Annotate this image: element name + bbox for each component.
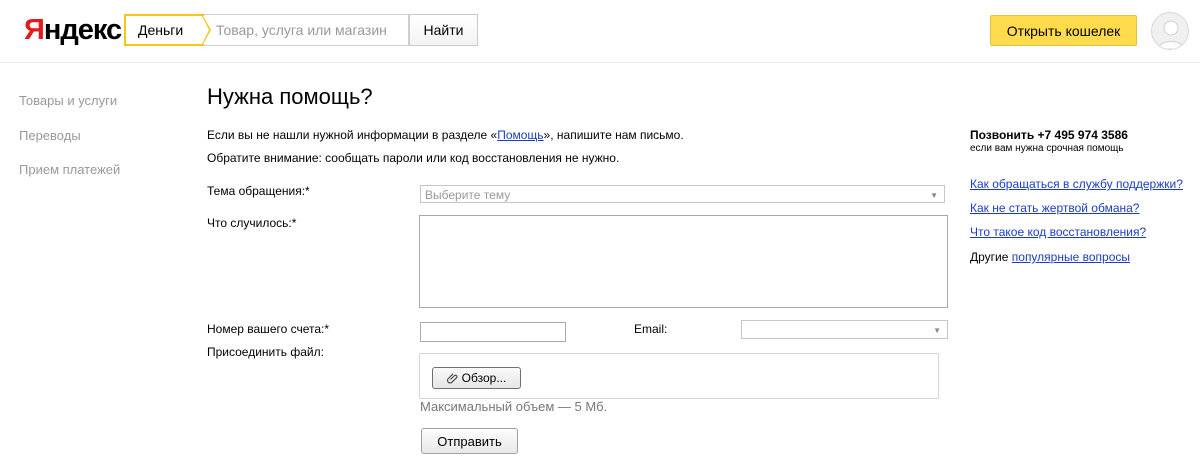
search-input[interactable] — [204, 14, 409, 46]
email-select[interactable]: ▼ — [741, 320, 948, 339]
service-tab-money[interactable]: Деньги — [124, 14, 204, 46]
what-happened-textarea[interactable] — [419, 215, 948, 308]
link-popular-questions[interactable]: популярные вопросы — [1012, 250, 1130, 264]
logo-rest: ндекс — [43, 14, 122, 46]
account-number-label: Номер вашего счета:* — [207, 322, 330, 336]
topic-select-value: Выберите тему — [425, 188, 511, 202]
submit-button[interactable]: Отправить — [421, 428, 518, 454]
account-number-input[interactable] — [420, 322, 566, 342]
user-icon — [1157, 20, 1185, 49]
other-questions: Другие популярные вопросы — [970, 250, 1130, 264]
chevron-down-icon: ▼ — [930, 191, 938, 200]
chevron-down-icon: ▼ — [933, 326, 941, 335]
header: Яндекс Деньги Найти Открыть кошелек — [0, 0, 1200, 63]
logo-first-letter: Я — [24, 14, 45, 46]
intro-text: Если вы не нашли нужной информации в раз… — [207, 128, 684, 142]
sidebar-item-accept-payments[interactable]: Прием платежей — [19, 162, 120, 197]
email-label: Email: — [634, 322, 668, 336]
topic-select[interactable]: Выберите тему ▼ — [420, 185, 945, 203]
what-happened-label: Что случилось:* — [207, 216, 297, 230]
support-phone: Позвонить +7 495 974 3586 — [970, 128, 1128, 142]
avatar[interactable] — [1151, 12, 1189, 50]
file-size-hint: Максимальный объем — 5 Мб. — [420, 399, 608, 414]
topic-label: Тема обращения:* — [207, 184, 310, 198]
open-wallet-button[interactable]: Открыть кошелек — [990, 15, 1137, 46]
browse-button-label: Обзор... — [461, 371, 507, 385]
support-phone-subtitle: если вам нужна срочная помощь — [970, 143, 1124, 154]
sidebar-item-goods-services[interactable]: Товары и услуги — [19, 93, 120, 128]
page-title: Нужна помощь? — [207, 84, 373, 109]
search-button[interactable]: Найти — [409, 14, 478, 46]
sidebar: Товары и услуги Переводы Прием платежей — [19, 93, 120, 197]
attach-file-label: Присоединить файл: — [207, 345, 324, 359]
browse-button[interactable]: Обзор... — [432, 367, 521, 389]
paperclip-icon — [446, 373, 458, 384]
intro-text-after: », напишите нам письмо. — [543, 128, 684, 142]
link-avoid-fraud[interactable]: Как не стать жертвой обмана? — [970, 201, 1139, 215]
intro-text-before: Если вы не нашли нужной информации в раз… — [207, 128, 498, 142]
link-recovery-code[interactable]: Что такое код восстановления? — [970, 225, 1146, 239]
link-how-to-contact-support[interactable]: Как обращаться в службу поддержки? — [970, 177, 1183, 191]
help-section-link[interactable]: Помощь — [497, 128, 543, 142]
other-questions-prefix: Другие — [970, 250, 1012, 264]
password-warning-text: Обратите внимание: сообщать пароли или к… — [207, 151, 620, 165]
yandex-logo[interactable]: Яндекс — [24, 14, 122, 47]
sidebar-item-transfers[interactable]: Переводы — [19, 128, 120, 163]
